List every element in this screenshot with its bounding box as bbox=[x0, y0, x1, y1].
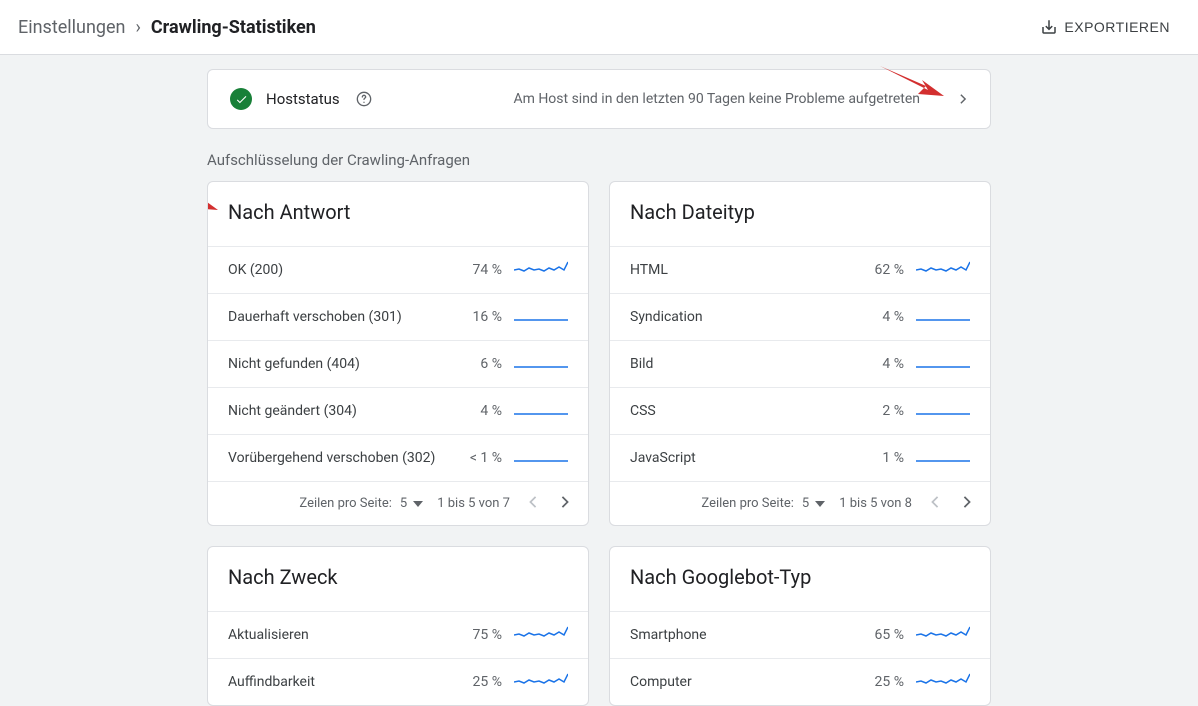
table-row[interactable]: Auffindbarkeit 25 % bbox=[208, 658, 588, 705]
row-percent: < 1 % bbox=[458, 450, 502, 466]
sparkline-icon bbox=[916, 259, 970, 281]
row-label: Nicht geändert (304) bbox=[228, 403, 446, 419]
table-row[interactable]: Nicht geändert (304) 4 % bbox=[208, 387, 588, 434]
table-row[interactable]: Nicht gefunden (404) 6 % bbox=[208, 340, 588, 387]
table-row[interactable]: Aktualisieren 75 % bbox=[208, 611, 588, 658]
table-row[interactable]: HTML 62 % bbox=[610, 246, 990, 293]
table-row[interactable]: Dauerhaft verschoben (301) 16 % bbox=[208, 293, 588, 340]
row-label: OK (200) bbox=[228, 262, 446, 278]
breadcrumb-page[interactable]: Einstellungen bbox=[18, 17, 125, 38]
row-percent: 25 % bbox=[458, 674, 502, 690]
table-row[interactable]: Computer 25 % bbox=[610, 658, 990, 705]
table-row[interactable]: JavaScript 1 % bbox=[610, 434, 990, 481]
export-label: EXPORTIEREN bbox=[1064, 19, 1170, 35]
breadcrumb-current: Crawling-Statistiken bbox=[151, 17, 316, 38]
row-label: HTML bbox=[630, 262, 848, 278]
download-icon bbox=[1040, 18, 1058, 36]
table-row[interactable]: Bild 4 % bbox=[610, 340, 990, 387]
help-icon[interactable] bbox=[356, 91, 372, 107]
page-size-select[interactable]: 5 bbox=[400, 496, 423, 511]
sparkline-icon bbox=[916, 624, 970, 646]
sparkline-icon bbox=[514, 306, 568, 328]
row-percent: 74 % bbox=[458, 262, 502, 278]
card-title: Nach Antwort bbox=[208, 182, 588, 246]
row-percent: 1 % bbox=[860, 450, 904, 466]
sparkline-icon bbox=[514, 400, 568, 422]
table-row[interactable]: Syndication 4 % bbox=[610, 293, 990, 340]
export-button[interactable]: EXPORTIEREN bbox=[1030, 10, 1180, 44]
next-page-button[interactable] bbox=[556, 492, 574, 515]
row-label: Dauerhaft verschoben (301) bbox=[228, 309, 446, 325]
host-status-card[interactable]: Hoststatus Am Host sind in den letzten 9… bbox=[207, 69, 991, 129]
row-percent: 62 % bbox=[860, 262, 904, 278]
row-label: Nicht gefunden (404) bbox=[228, 356, 446, 372]
sparkline-icon bbox=[514, 259, 568, 281]
table-row[interactable]: Vorübergehend verschoben (302) < 1 % bbox=[208, 434, 588, 481]
sparkline-icon bbox=[514, 624, 568, 646]
row-percent: 4 % bbox=[860, 309, 904, 325]
breadcrumb: Einstellungen › Crawling-Statistiken bbox=[18, 17, 316, 38]
row-percent: 4 % bbox=[860, 356, 904, 372]
sparkline-icon bbox=[514, 447, 568, 469]
rows-per-page-label: Zeilen pro Seite: bbox=[299, 496, 391, 511]
dropdown-icon bbox=[815, 501, 825, 507]
dropdown-icon bbox=[413, 501, 423, 507]
table-row[interactable]: Smartphone 65 % bbox=[610, 611, 990, 658]
card-title: Nach Zweck bbox=[208, 547, 588, 611]
row-label: CSS bbox=[630, 403, 848, 419]
sparkline-icon bbox=[514, 353, 568, 375]
page-size-select[interactable]: 5 bbox=[802, 496, 825, 511]
row-percent: 25 % bbox=[860, 674, 904, 690]
section-title: Aufschlüsselung der Crawling-Anfragen bbox=[207, 151, 991, 169]
row-label: Computer bbox=[630, 674, 848, 690]
next-page-button[interactable] bbox=[958, 492, 976, 515]
card-googlebot: Nach Googlebot-Typ Smartphone 65 % Compute… bbox=[609, 546, 991, 706]
card-filetype: Nach Dateityp HTML62 %Syndication4 %Bild… bbox=[609, 181, 991, 526]
sparkline-icon bbox=[916, 306, 970, 328]
table-row[interactable]: OK (200) 74 % bbox=[208, 246, 588, 293]
row-label: JavaScript bbox=[630, 450, 848, 466]
host-status-message: Am Host sind in den letzten 90 Tagen kei… bbox=[386, 91, 920, 107]
card-purpose: Nach Zweck Aktualisieren 75 % Auffindbarke… bbox=[207, 546, 589, 706]
card-title: Nach Dateityp bbox=[610, 182, 990, 246]
row-label: Aktualisieren bbox=[228, 627, 446, 643]
row-label: Bild bbox=[630, 356, 848, 372]
sparkline-icon bbox=[916, 447, 970, 469]
sparkline-icon bbox=[916, 400, 970, 422]
pagination-range: 1 bis 5 von 7 bbox=[437, 496, 510, 511]
host-status-label: Hoststatus bbox=[266, 90, 340, 108]
row-percent: 2 % bbox=[860, 403, 904, 419]
card-response: Nach Antwort OK (200) 74 % Dauerhaft versc… bbox=[207, 181, 589, 526]
chevron-right-icon: › bbox=[135, 17, 140, 38]
row-percent: 16 % bbox=[458, 309, 502, 325]
check-circle-icon bbox=[230, 88, 252, 110]
chevron-right-icon bbox=[958, 94, 968, 104]
row-percent: 4 % bbox=[458, 403, 502, 419]
sparkline-icon bbox=[514, 671, 568, 693]
row-percent: 75 % bbox=[458, 627, 502, 643]
table-row[interactable]: CSS 2 % bbox=[610, 387, 990, 434]
row-label: Vorübergehend verschoben (302) bbox=[228, 450, 446, 466]
sparkline-icon bbox=[916, 353, 970, 375]
pagination-range: 1 bis 5 von 8 bbox=[839, 496, 912, 511]
row-label: Syndication bbox=[630, 309, 848, 325]
prev-page-button[interactable] bbox=[524, 492, 542, 515]
sparkline-icon bbox=[916, 671, 970, 693]
row-label: Smartphone bbox=[630, 627, 848, 643]
rows-per-page-label: Zeilen pro Seite: bbox=[701, 496, 793, 511]
prev-page-button[interactable] bbox=[926, 492, 944, 515]
card-title: Nach Googlebot-Typ bbox=[610, 547, 990, 611]
row-percent: 6 % bbox=[458, 356, 502, 372]
row-label: Auffindbarkeit bbox=[228, 674, 446, 690]
row-percent: 65 % bbox=[860, 627, 904, 643]
